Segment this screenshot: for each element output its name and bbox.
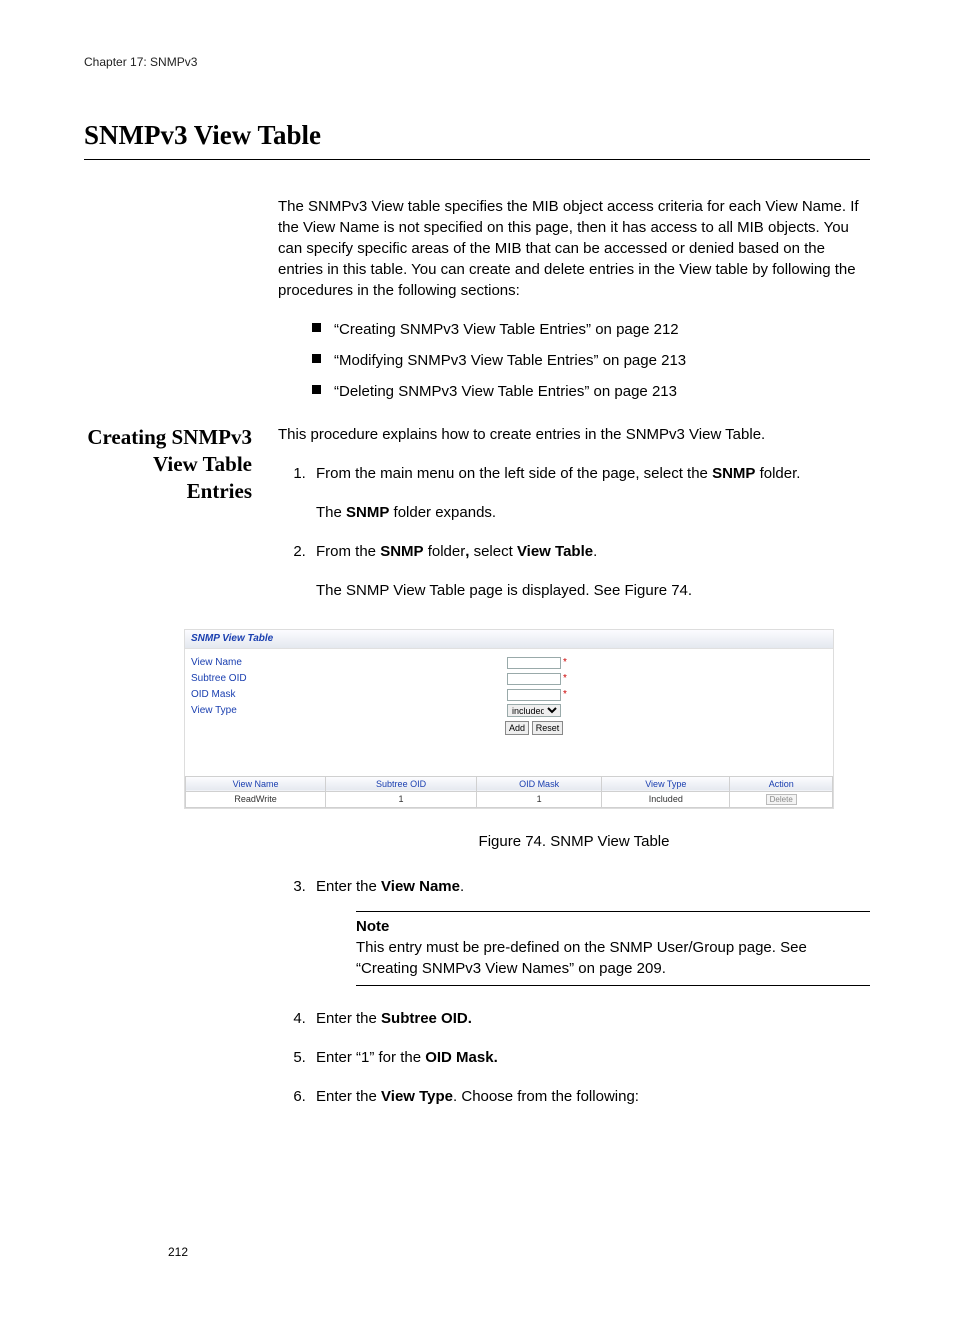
list-item: “Modifying SNMPv3 View Table Entries” on… bbox=[312, 350, 870, 371]
chapter-header: Chapter 17: SNMPv3 bbox=[84, 54, 870, 71]
cell-subtree-oid: 1 bbox=[326, 792, 477, 808]
step-text: From the main menu on the left side of t… bbox=[316, 465, 712, 482]
figure-snmp-view-table: SNMP View Table View Name * Subtree OID … bbox=[278, 629, 870, 852]
note-label: Note bbox=[356, 916, 870, 937]
oid-mask-input[interactable] bbox=[507, 689, 561, 701]
subtree-oid-input[interactable] bbox=[507, 673, 561, 685]
step-text: select bbox=[469, 543, 517, 560]
step-item: From the main menu on the left side of t… bbox=[310, 463, 870, 523]
step-text: . bbox=[460, 878, 464, 895]
delete-button[interactable]: Delete bbox=[766, 794, 797, 805]
cell-view-name: ReadWrite bbox=[186, 792, 326, 808]
step-text: folder expands. bbox=[389, 504, 496, 521]
col-header: Action bbox=[730, 776, 833, 792]
step-text: . Choose from the following: bbox=[453, 1088, 639, 1105]
snmp-view-data-table: View Name Subtree OID OID Mask View Type… bbox=[185, 776, 833, 808]
view-type-select[interactable]: included bbox=[507, 704, 561, 717]
page-title: SNMPv3 View Table bbox=[84, 117, 870, 160]
list-item: “Deleting SNMPv3 View Table Entries” on … bbox=[312, 381, 870, 402]
page-number: 212 bbox=[168, 1244, 188, 1261]
table-row: ReadWrite 1 1 Included Delete bbox=[186, 792, 833, 808]
note-body: This entry must be pre-defined on the SN… bbox=[356, 937, 870, 979]
note-box: Note This entry must be pre-defined on t… bbox=[356, 911, 870, 986]
field-label-view-name: View Name bbox=[189, 656, 507, 670]
section-links-list: “Creating SNMPv3 View Table Entries” on … bbox=[312, 319, 870, 402]
step-result: The SNMP folder expands. bbox=[316, 502, 870, 523]
step-text: From the bbox=[316, 543, 380, 560]
col-header: Subtree OID bbox=[326, 776, 477, 792]
step-text: Enter the bbox=[316, 878, 381, 895]
step-item: Enter the View Name. Note This entry mus… bbox=[310, 876, 870, 986]
cell-view-type: Included bbox=[602, 792, 730, 808]
step-text-bold: SNMP bbox=[380, 543, 423, 560]
step-item: Enter the View Type. Choose from the fol… bbox=[310, 1086, 870, 1107]
step-text-bold: Subtree OID. bbox=[381, 1010, 472, 1027]
section-side-heading: Creating SNMPv3 View Table Entries bbox=[84, 424, 278, 506]
step-text: The bbox=[316, 504, 346, 521]
step-text: . bbox=[593, 543, 597, 560]
add-button[interactable]: Add bbox=[505, 721, 529, 735]
step-text-bold: View Name bbox=[381, 878, 460, 895]
view-name-input[interactable] bbox=[507, 657, 561, 669]
col-header: View Name bbox=[186, 776, 326, 792]
field-label-view-type: View Type bbox=[189, 704, 507, 718]
figure-caption: Figure 74. SNMP View Table bbox=[278, 831, 870, 852]
col-header: View Type bbox=[602, 776, 730, 792]
list-item: “Creating SNMPv3 View Table Entries” on … bbox=[312, 319, 870, 340]
intro-paragraph: The SNMPv3 View table specifies the MIB … bbox=[278, 196, 870, 301]
step-text-bold: OID Mask. bbox=[425, 1049, 498, 1066]
procedure-intro: This procedure explains how to create en… bbox=[278, 424, 870, 445]
step-item: Enter “1” for the OID Mask. bbox=[310, 1047, 870, 1068]
step-text: Enter the bbox=[316, 1010, 381, 1027]
step-text: Enter the bbox=[316, 1088, 381, 1105]
panel-title: SNMP View Table bbox=[185, 630, 833, 649]
field-label-oid-mask: OID Mask bbox=[189, 688, 507, 702]
step-item: From the SNMP folder, select View Table.… bbox=[310, 541, 870, 601]
required-asterisk: * bbox=[563, 688, 567, 702]
step-text-bold: View Table bbox=[517, 543, 593, 560]
step-text: folder. bbox=[755, 465, 800, 482]
cell-oid-mask: 1 bbox=[476, 792, 601, 808]
step-text-bold: View Type bbox=[381, 1088, 453, 1105]
reset-button[interactable]: Reset bbox=[532, 721, 564, 735]
field-label-subtree-oid: Subtree OID bbox=[189, 672, 507, 686]
step-text-bold: SNMP bbox=[712, 465, 755, 482]
step-text-bold: SNMP bbox=[346, 504, 389, 521]
step-text: Enter “1” for the bbox=[316, 1049, 425, 1066]
required-asterisk: * bbox=[563, 672, 567, 686]
col-header: OID Mask bbox=[476, 776, 601, 792]
step-result: The SNMP View Table page is displayed. S… bbox=[316, 580, 870, 601]
table-header-row: View Name Subtree OID OID Mask View Type… bbox=[186, 776, 833, 792]
required-asterisk: * bbox=[563, 656, 567, 670]
step-text: folder bbox=[424, 543, 466, 560]
step-item: Enter the Subtree OID. bbox=[310, 1008, 870, 1029]
